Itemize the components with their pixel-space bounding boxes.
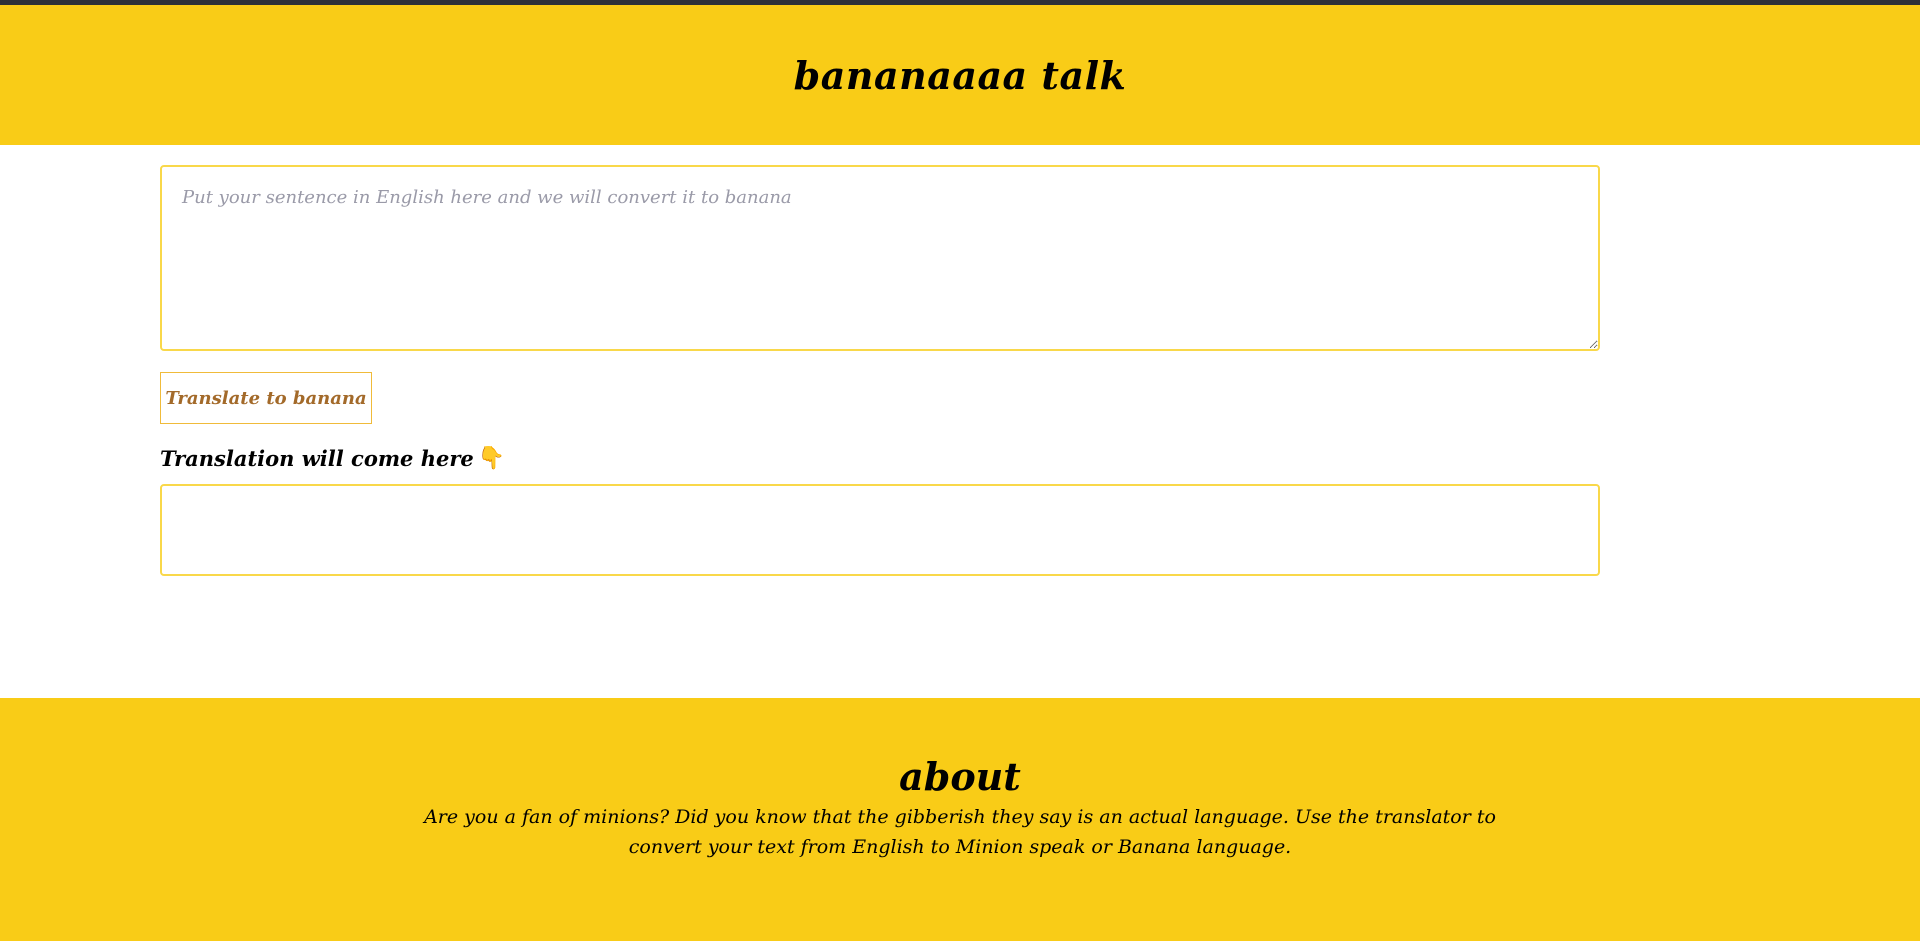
about-heading: about: [899, 754, 1021, 799]
header: bananaaaa talk: [0, 5, 1920, 145]
pointing-down-hand-icon: 👇: [477, 445, 506, 471]
translation-output: [160, 484, 1600, 576]
output-label: Translation will come here 👇: [160, 445, 505, 471]
output-label-text: Translation will come here: [160, 445, 474, 471]
translate-button[interactable]: Translate to banana: [160, 372, 372, 424]
translator-section: Translate to banana Translation will com…: [0, 145, 1920, 698]
page-title: bananaaaa talk: [793, 52, 1127, 98]
about-description: Are you a fan of minions? Did you know t…: [424, 806, 1496, 858]
english-input-textarea[interactable]: [160, 165, 1600, 351]
footer: about Are you a fan of minions? Did you …: [0, 698, 1920, 941]
